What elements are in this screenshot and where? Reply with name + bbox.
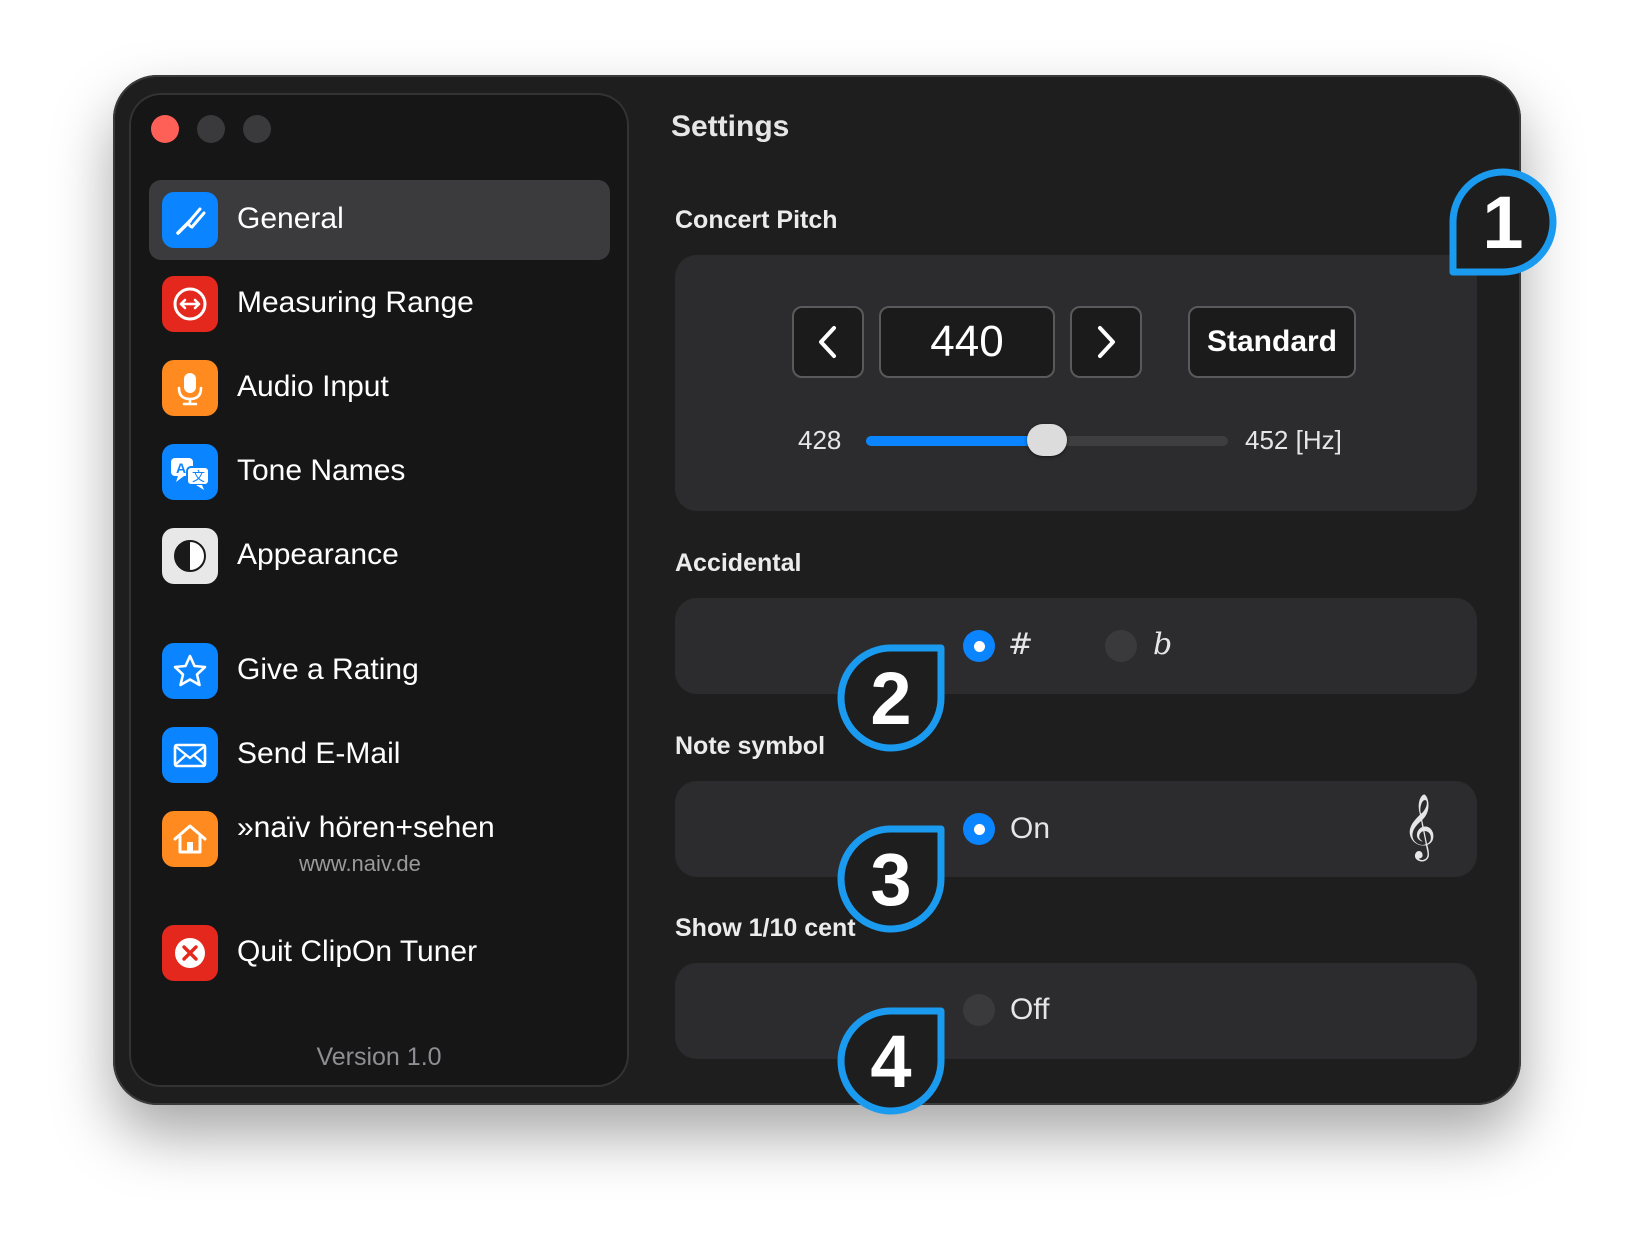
sidebar-item-sublabel: www.naiv.de xyxy=(299,851,421,876)
tenth-cent-label: Show 1/10 cent xyxy=(675,914,856,942)
sidebar-item-label: Send E-Mail xyxy=(237,737,401,770)
sidebar-item-quit[interactable]: Quit ClipOn Tuner xyxy=(149,913,610,993)
tenth-cent-toggle[interactable] xyxy=(963,994,995,1026)
page-title: Settings xyxy=(671,110,790,143)
sidebar-item-label: Give a Rating xyxy=(237,653,419,686)
tenth-cent-panel xyxy=(675,963,1477,1059)
translate-icon: A文 xyxy=(162,444,218,500)
svg-text:A: A xyxy=(176,460,186,476)
sidebar-item-label: General xyxy=(237,202,344,235)
accidental-flat-radio[interactable] xyxy=(1105,630,1137,662)
version-label: Version 1.0 xyxy=(316,1043,442,1071)
accidental-panel xyxy=(675,598,1477,694)
slider-max-label: 452 [Hz] xyxy=(1245,425,1342,455)
microphone-icon xyxy=(162,360,218,416)
pitch-slider-thumb[interactable] xyxy=(1027,424,1067,456)
callout-number: 2 xyxy=(870,656,912,740)
chevron-right-icon xyxy=(1098,326,1115,358)
svg-text:文: 文 xyxy=(192,470,205,485)
tuning-fork-icon xyxy=(162,192,218,248)
callout-4: 4 xyxy=(837,1007,945,1115)
maximize-window-button[interactable] xyxy=(243,115,271,143)
house-icon xyxy=(162,811,218,867)
note-symbol-panel xyxy=(675,781,1477,877)
sidebar-item-give-rating[interactable]: Give a Rating xyxy=(149,631,610,711)
sidebar-item-appearance[interactable]: Appearance xyxy=(149,516,610,596)
treble-clef-icon: 𝄞 xyxy=(1403,794,1437,859)
star-icon xyxy=(162,643,218,699)
concert-pitch-label: Concert Pitch xyxy=(675,206,838,234)
close-window-button[interactable] xyxy=(151,115,179,143)
minimize-window-button[interactable] xyxy=(197,115,225,143)
range-arrows-icon xyxy=(162,276,218,332)
chevron-left-icon xyxy=(819,326,836,358)
sidebar-item-label: Measuring Range xyxy=(237,286,474,319)
sidebar-item-naiv-website[interactable]: »naïv hören+sehen www.naiv.de xyxy=(149,799,610,879)
accidental-label: Accidental xyxy=(675,549,802,577)
accidental-sharp-radio[interactable] xyxy=(963,630,995,662)
standard-pitch-button[interactable]: Standard xyxy=(1188,306,1356,378)
appearance-icon xyxy=(162,528,218,584)
callout-number: 4 xyxy=(870,1019,912,1103)
concert-pitch-panel xyxy=(675,255,1477,511)
pitch-slider-fill xyxy=(866,436,1047,446)
callout-3: 3 xyxy=(837,825,945,933)
pitch-value-field[interactable]: 440 xyxy=(879,306,1055,378)
envelope-icon xyxy=(162,727,218,783)
increase-pitch-button[interactable] xyxy=(1070,306,1142,378)
callout-number: 1 xyxy=(1482,180,1524,264)
note-symbol-state: On xyxy=(1010,812,1051,845)
tenth-cent-state: Off xyxy=(1010,993,1050,1026)
sidebar-item-label: »naïv hören+sehen xyxy=(237,811,495,844)
slider-min-label: 428 xyxy=(798,425,842,455)
sidebar-item-label: Quit ClipOn Tuner xyxy=(237,935,478,968)
callout-1: 1 xyxy=(1449,168,1557,276)
sidebar-item-label: Appearance xyxy=(237,538,399,571)
sidebar-item-label: Tone Names xyxy=(237,454,406,487)
note-symbol-label: Note symbol xyxy=(675,732,826,760)
sidebar-item-send-email[interactable]: Send E-Mail xyxy=(149,715,610,795)
note-symbol-toggle[interactable] xyxy=(963,813,995,845)
decrease-pitch-button[interactable] xyxy=(792,306,864,378)
sidebar-item-measuring-range[interactable]: Measuring Range xyxy=(149,264,610,344)
sidebar-item-tone-names[interactable]: A文 Tone Names xyxy=(149,432,610,512)
close-x-icon xyxy=(162,925,218,981)
sidebar-item-audio-input[interactable]: Audio Input xyxy=(149,348,610,428)
callout-2: 2 xyxy=(837,644,945,752)
sidebar-item-label: Audio Input xyxy=(237,370,389,403)
accidental-flat-label: b xyxy=(1153,627,1173,662)
accidental-sharp-label: # xyxy=(1008,627,1034,662)
sidebar-item-general[interactable]: General xyxy=(149,180,610,260)
callout-number: 3 xyxy=(870,837,912,921)
